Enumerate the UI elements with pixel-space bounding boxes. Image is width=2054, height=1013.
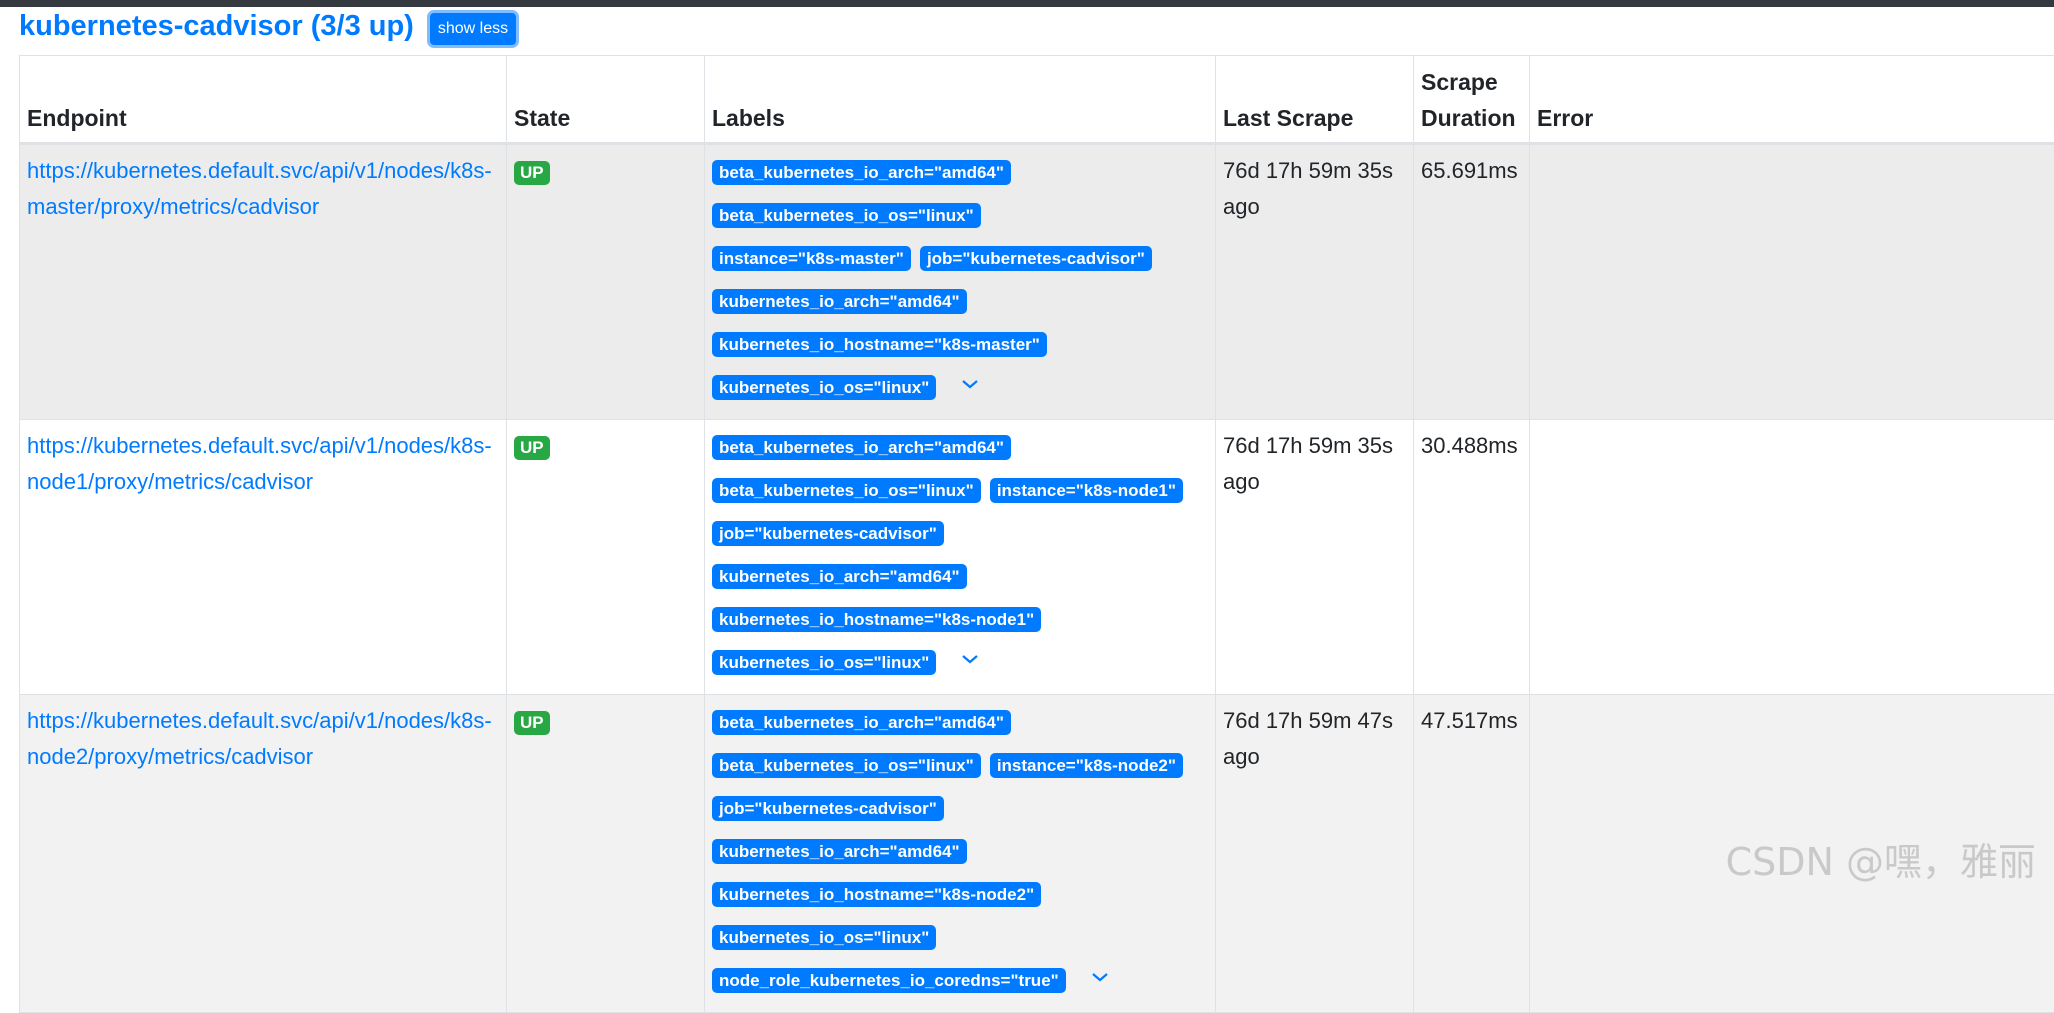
label-badge: job="kubernetes-cadvisor" (712, 521, 944, 546)
header-state: State (507, 56, 705, 144)
error-cell (1530, 420, 2054, 695)
label-badge: beta_kubernetes_io_arch="amd64" (712, 710, 1011, 735)
state-badge: UP (514, 161, 550, 185)
scrape-duration-cell: 47.517ms (1414, 695, 1530, 1013)
label-badge: kubernetes_io_hostname="k8s-master" (712, 332, 1047, 357)
state-badge: UP (514, 711, 550, 735)
label-badge: kubernetes_io_os="linux" (712, 375, 936, 400)
job-heading: kubernetes-cadvisor (3/3 up) show less (19, 6, 516, 46)
scrape-duration-cell: 65.691ms (1414, 144, 1530, 420)
label-badge: beta_kubernetes_io_os="linux" (712, 478, 981, 503)
header-error: Error (1530, 56, 2054, 144)
header-labels: Labels (705, 56, 1216, 144)
last-scrape-cell: 76d 17h 59m 35s ago (1216, 420, 1414, 695)
label-badge: beta_kubernetes_io_arch="amd64" (712, 160, 1011, 185)
chevron-down-icon[interactable] (961, 365, 979, 401)
label-badge: kubernetes_io_hostname="k8s-node1" (712, 607, 1041, 632)
header-scrape-duration: Scrape Duration (1414, 56, 1530, 144)
label-badge: kubernetes_io_arch="amd64" (712, 564, 967, 589)
endpoint-cell: https://kubernetes.default.svc/api/v1/no… (20, 144, 507, 420)
labels-cell: beta_kubernetes_io_arch="amd64" beta_kub… (705, 144, 1216, 420)
label-badge: kubernetes_io_arch="amd64" (712, 839, 967, 864)
header-endpoint: Endpoint (20, 56, 507, 144)
show-less-button[interactable]: show less (430, 13, 516, 45)
label-badge: node_role_kubernetes_io_coredns="true" (712, 968, 1066, 993)
endpoint-link[interactable]: https://kubernetes.default.svc/api/v1/no… (27, 158, 492, 219)
table-row: https://kubernetes.default.svc/api/v1/no… (20, 420, 2054, 695)
state-cell: UP (507, 144, 705, 420)
state-badge: UP (514, 436, 550, 460)
endpoint-link[interactable]: https://kubernetes.default.svc/api/v1/no… (27, 708, 492, 769)
label-badge: instance="k8s-master" (712, 246, 911, 271)
label-badge: kubernetes_io_hostname="k8s-node2" (712, 882, 1041, 907)
endpoint-link[interactable]: https://kubernetes.default.svc/api/v1/no… (27, 433, 492, 494)
watermark: CSDN @嘿，雅丽 (1726, 831, 2036, 886)
label-badge: kubernetes_io_arch="amd64" (712, 289, 967, 314)
labels-cell: beta_kubernetes_io_arch="amd64" beta_kub… (705, 695, 1216, 1013)
label-badge: kubernetes_io_os="linux" (712, 925, 936, 950)
scrape-duration-cell: 30.488ms (1414, 420, 1530, 695)
state-cell: UP (507, 420, 705, 695)
table-row: https://kubernetes.default.svc/api/v1/no… (20, 144, 2054, 420)
label-badge: instance="k8s-node1" (990, 478, 1183, 503)
label-badge: kubernetes_io_os="linux" (712, 650, 936, 675)
last-scrape-cell: 76d 17h 59m 35s ago (1216, 144, 1414, 420)
label-badge: beta_kubernetes_io_os="linux" (712, 753, 981, 778)
label-badge: instance="k8s-node2" (990, 753, 1183, 778)
label-badge: job="kubernetes-cadvisor" (712, 796, 944, 821)
state-cell: UP (507, 695, 705, 1013)
label-badge: job="kubernetes-cadvisor" (920, 246, 1152, 271)
chevron-down-icon[interactable] (1091, 958, 1109, 994)
job-title: kubernetes-cadvisor (3/3 up) (19, 10, 414, 43)
label-badge: beta_kubernetes_io_arch="amd64" (712, 435, 1011, 460)
error-cell (1530, 144, 2054, 420)
label-badge: beta_kubernetes_io_os="linux" (712, 203, 981, 228)
table-header-row: Endpoint State Labels Last Scrape Scrape… (20, 56, 2054, 144)
endpoint-cell: https://kubernetes.default.svc/api/v1/no… (20, 420, 507, 695)
chevron-down-icon[interactable] (961, 640, 979, 676)
labels-cell: beta_kubernetes_io_arch="amd64" beta_kub… (705, 420, 1216, 695)
header-last-scrape: Last Scrape (1216, 56, 1414, 144)
last-scrape-cell: 76d 17h 59m 47s ago (1216, 695, 1414, 1013)
endpoint-cell: https://kubernetes.default.svc/api/v1/no… (20, 695, 507, 1013)
